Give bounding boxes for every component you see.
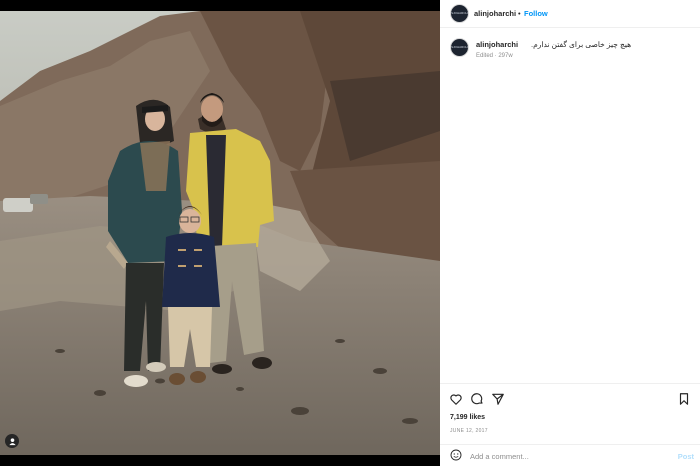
- caption-username[interactable]: alinjoharchi: [476, 40, 518, 49]
- post-sidebar: NJOHARCHI alinjoharchi • Follow NJOHARCH…: [440, 0, 700, 466]
- tagged-user-icon[interactable]: [5, 434, 19, 448]
- action-bar: [440, 383, 700, 414]
- emoji-icon[interactable]: [450, 449, 462, 461]
- comment-input[interactable]: [470, 449, 660, 463]
- post-date[interactable]: JUNE 12, 2017: [450, 428, 488, 434]
- caption-avatar-text: NJOHARCHI: [451, 45, 469, 49]
- comment-icon[interactable]: [470, 392, 484, 406]
- comment-bar: Post: [440, 444, 700, 467]
- post-photo: [0, 11, 440, 455]
- post-header: NJOHARCHI alinjoharchi • Follow: [440, 0, 700, 28]
- heart-icon[interactable]: [449, 392, 463, 406]
- like-count[interactable]: 7,199 likes: [450, 414, 485, 421]
- post-comment-button[interactable]: Post: [678, 452, 694, 461]
- post-photo-pane[interactable]: [0, 0, 440, 466]
- bookmark-icon[interactable]: [677, 392, 691, 406]
- header-separator: •: [518, 9, 521, 18]
- profile-avatar[interactable]: NJOHARCHI: [450, 4, 469, 23]
- caption-meta: Edited · 297w: [476, 53, 513, 59]
- follow-button[interactable]: Follow: [524, 9, 548, 18]
- header-username[interactable]: alinjoharchi: [474, 9, 516, 18]
- share-icon[interactable]: [491, 392, 505, 406]
- caption-avatar[interactable]: NJOHARCHI: [450, 38, 469, 57]
- avatar-text: NJOHARCHI: [451, 11, 469, 15]
- caption-text: .هیچ چیز خاصی برای گفتن ندارم: [531, 40, 632, 49]
